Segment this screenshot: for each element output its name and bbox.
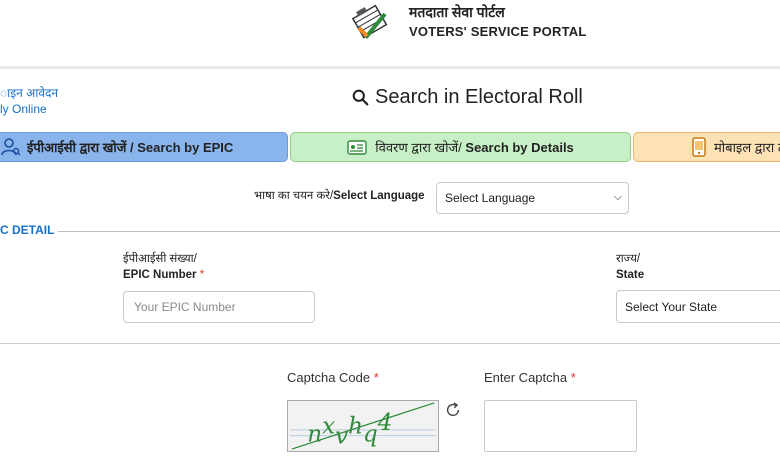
chevron-down-icon: ⌵ [613,191,622,203]
mobile-icon [692,137,706,157]
apply-online-link-hindi[interactable]: ाइन आवेदन [0,84,58,101]
section-divider [58,231,780,232]
section-heading-epic-detail: C DETAIL [0,223,55,237]
enter-captcha-label: Enter Captcha * [484,370,576,385]
tab-search-by-epic[interactable]: ईपीआईसी द्वारा खोजें / Search by EPIC [0,132,288,162]
state-select[interactable]: Select Your State [616,290,780,323]
required-mark: * [570,370,576,385]
search-icon [352,89,369,106]
epic-number-input[interactable]: Your EPIC Number [123,291,315,323]
epic-number-label-hindi: ईपीआईसी संख्या/ [123,253,197,265]
portal-title-hindi: मतदाता सेवा पोर्टल [409,4,505,20]
tab-search-by-details-label: विवरण द्वारा खोजें/ Search by Details [375,138,574,156]
refresh-icon[interactable] [444,401,462,419]
form-divider [0,343,780,344]
captcha-code-label: Captcha Code * [287,370,379,385]
tab-details-label-english: Search by Details [461,140,574,155]
language-select-value: Select Language [445,191,536,205]
epic-number-label: EPIC Number * [123,269,204,281]
language-select[interactable]: Select Language ⌵ [436,182,629,214]
required-mark: * [199,269,205,281]
page-title: Search in Electoral Roll [352,86,583,109]
tab-search-by-epic-label: ईपीआईसी द्वारा खोजें / Search by EPIC [27,140,234,155]
id-card-icon [347,140,367,155]
language-label-english: Select Language [333,190,425,202]
language-label-hindi: भाषा का चयन करे/ [254,190,334,202]
tab-search-by-mobile[interactable]: मोबाइल द्वारा ट [633,132,780,162]
enter-captcha-label-text: Enter Captcha [484,370,568,385]
state-label-hindi: राज्य/ [616,253,641,265]
state-label-english: State [616,269,645,281]
tab-search-by-details[interactable]: विवरण द्वारा खोजें/ Search by Details [290,132,631,162]
portal-title-english: VOTERS' SERVICE PORTAL [409,24,587,39]
page-title-text: Search in Electoral Roll [375,86,583,108]
user-search-icon [1,138,21,156]
captcha-image: nxvhq4 [287,400,439,452]
header-divider [0,66,780,69]
tab-search-by-mobile-label: मोबाइल द्वारा ट [714,140,780,155]
language-label: भाषा का चयन करे/Select Language [254,188,425,203]
required-mark: * [373,370,379,385]
captcha-input[interactable] [484,400,637,452]
voting-checkmark-logo[interactable] [349,2,393,42]
apply-online-link-english[interactable]: ly Online [0,102,47,116]
captcha-code-label-text: Captcha Code [287,370,371,385]
tab-details-label-hindi: विवरण द्वारा खोजें/ [375,140,462,155]
epic-number-label-english: EPIC Number [123,269,197,281]
